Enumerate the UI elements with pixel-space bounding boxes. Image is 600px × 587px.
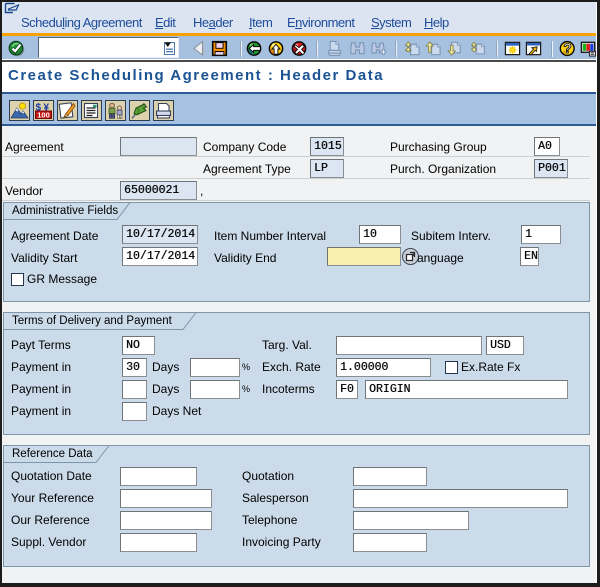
svg-text:?: ? — [563, 41, 571, 56]
svg-text:100: 100 — [37, 111, 50, 120]
